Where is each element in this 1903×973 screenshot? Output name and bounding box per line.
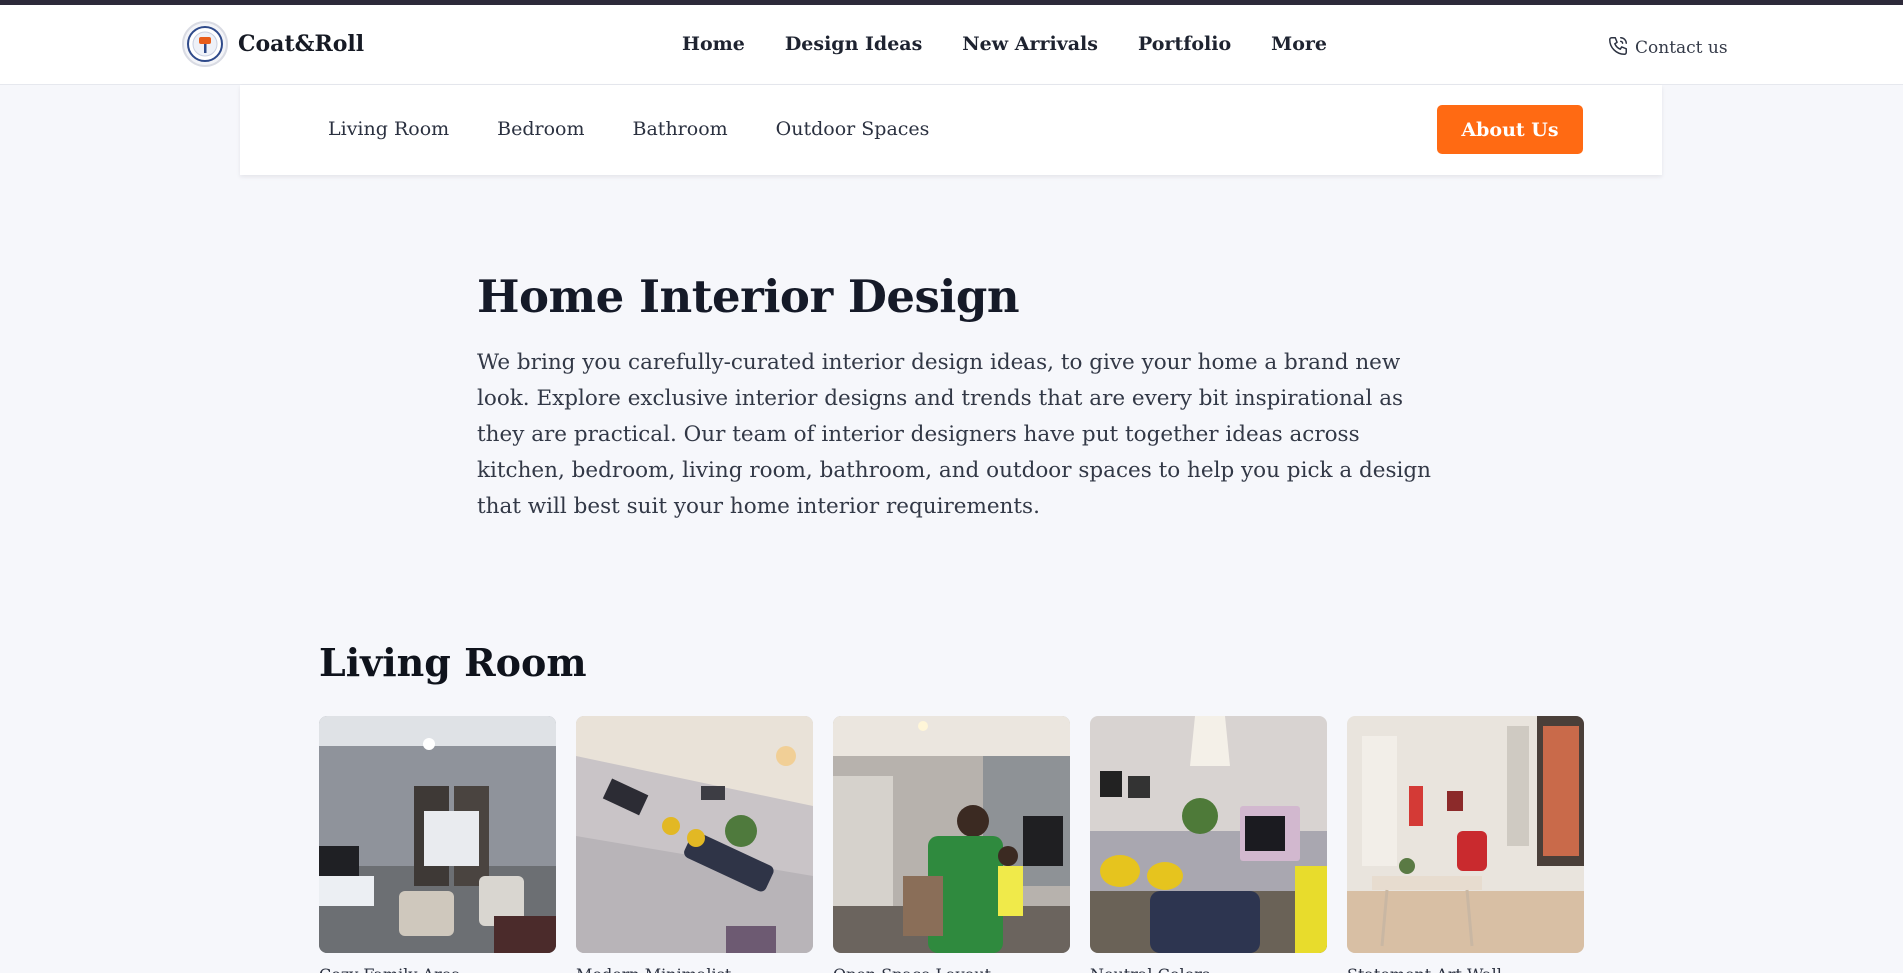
- room-photo[interactable]: [319, 716, 556, 953]
- about-us-button[interactable]: About Us: [1437, 105, 1583, 154]
- living-room-gallery: Cozy Family Area Modern Minimalist: [319, 716, 1584, 973]
- nav-design-ideas[interactable]: Design Ideas: [785, 33, 922, 55]
- brand-logo-icon[interactable]: [182, 21, 228, 67]
- page-title: Home Interior Design: [477, 270, 1020, 323]
- card-caption[interactable]: Modern Minimalist: [576, 965, 813, 973]
- room-photo[interactable]: [576, 716, 813, 953]
- contact-link[interactable]: Contact us: [1607, 35, 1728, 61]
- living-room-heading: Living Room: [319, 640, 587, 685]
- category-outdoor-spaces[interactable]: Outdoor Spaces: [776, 118, 930, 140]
- gallery-card[interactable]: Statement Art Wall: [1347, 716, 1584, 973]
- brand[interactable]: Coat&Roll: [182, 21, 364, 67]
- site-header: Coat&Roll Home Design Ideas New Arrivals…: [0, 5, 1903, 85]
- gallery-card[interactable]: Modern Minimalist: [576, 716, 813, 973]
- gallery-card[interactable]: Neutral Colors: [1090, 716, 1327, 973]
- nav-new-arrivals[interactable]: New Arrivals: [962, 33, 1098, 55]
- room-photo[interactable]: [1347, 716, 1584, 953]
- category-links: Living Room Bedroom Bathroom Outdoor Spa…: [328, 118, 929, 140]
- nav-home[interactable]: Home: [682, 33, 745, 55]
- room-photo[interactable]: [833, 716, 1070, 953]
- phone-icon: [1607, 35, 1629, 61]
- card-caption[interactable]: Neutral Colors: [1090, 965, 1327, 973]
- card-caption[interactable]: Open Space Layout: [833, 965, 1070, 973]
- card-caption[interactable]: Statement Art Wall: [1347, 965, 1584, 973]
- category-bedroom[interactable]: Bedroom: [497, 118, 584, 140]
- contact-label[interactable]: Contact us: [1635, 38, 1728, 58]
- nav-portfolio[interactable]: Portfolio: [1138, 33, 1231, 55]
- category-subnav: Living Room Bedroom Bathroom Outdoor Spa…: [240, 85, 1662, 175]
- room-photo[interactable]: [1090, 716, 1327, 953]
- gallery-card[interactable]: Open Space Layout: [833, 716, 1070, 973]
- category-living-room[interactable]: Living Room: [328, 118, 449, 140]
- intro-section: Home Interior Design We bring you carefu…: [477, 270, 1437, 525]
- intro-text: We bring you carefully-curated interior …: [477, 350, 1432, 519]
- category-bathroom[interactable]: Bathroom: [633, 118, 728, 140]
- brand-name[interactable]: Coat&Roll: [238, 31, 364, 57]
- gallery-card[interactable]: Cozy Family Area: [319, 716, 556, 973]
- nav-more[interactable]: More: [1271, 33, 1327, 55]
- card-caption[interactable]: Cozy Family Area: [319, 965, 556, 973]
- main-nav: Home Design Ideas New Arrivals Portfolio…: [682, 33, 1327, 55]
